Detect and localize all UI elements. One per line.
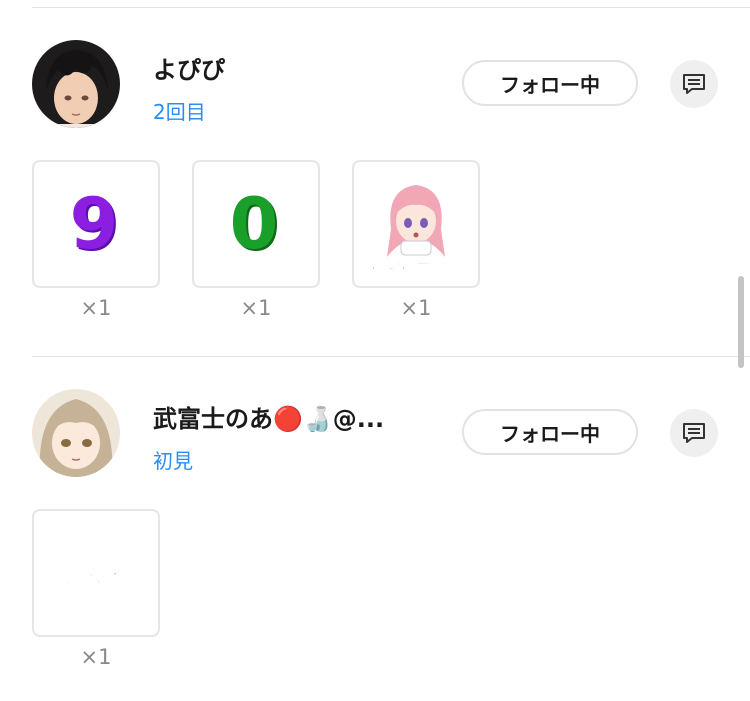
item-count: ×1 (80, 296, 112, 320)
divider (32, 356, 750, 357)
sticker-caption: ぽいぽーおぇ (371, 255, 461, 273)
avatar[interactable] (32, 40, 120, 128)
item-count: ×1 (80, 645, 112, 669)
item-count: ×1 (400, 296, 432, 320)
username: よぴぴ (153, 56, 225, 84)
visit-count-label: 初見 (153, 449, 193, 473)
svg-text:0: 0 (230, 184, 279, 264)
divider (32, 7, 750, 8)
scrollbar[interactable] (738, 276, 744, 368)
following-button[interactable]: フォロー中 (462, 409, 638, 455)
item-tile[interactable]: 9 9 (32, 160, 160, 288)
following-button[interactable]: フォロー中 (462, 60, 638, 106)
matakuruyo-sticker: またくるよ (41, 564, 152, 590)
item-tile[interactable]: ぽいぽーおぇ (352, 160, 480, 288)
number-nine-sticker: 9 9 (70, 184, 121, 264)
message-button[interactable] (670, 60, 718, 108)
chat-icon (683, 423, 705, 443)
avatar[interactable] (32, 389, 120, 477)
anime-girl-sticker: ぽいぽーおぇ (371, 185, 461, 273)
item-tile[interactable]: 0 0 (192, 160, 320, 288)
sticker-caption: またくるよ (41, 564, 151, 589)
visit-count-label: 2回目 (153, 100, 206, 124)
svg-text:9: 9 (70, 184, 119, 264)
number-zero-sticker: 0 0 (230, 184, 281, 264)
message-button[interactable] (670, 409, 718, 457)
item-count: ×1 (240, 296, 272, 320)
username: 武富士のあ🔴🍶@... (153, 405, 385, 433)
user-avatar-image (32, 389, 120, 477)
user-avatar-image (32, 40, 120, 128)
item-tile[interactable]: またくるよ (32, 509, 160, 637)
chat-icon (683, 74, 705, 94)
